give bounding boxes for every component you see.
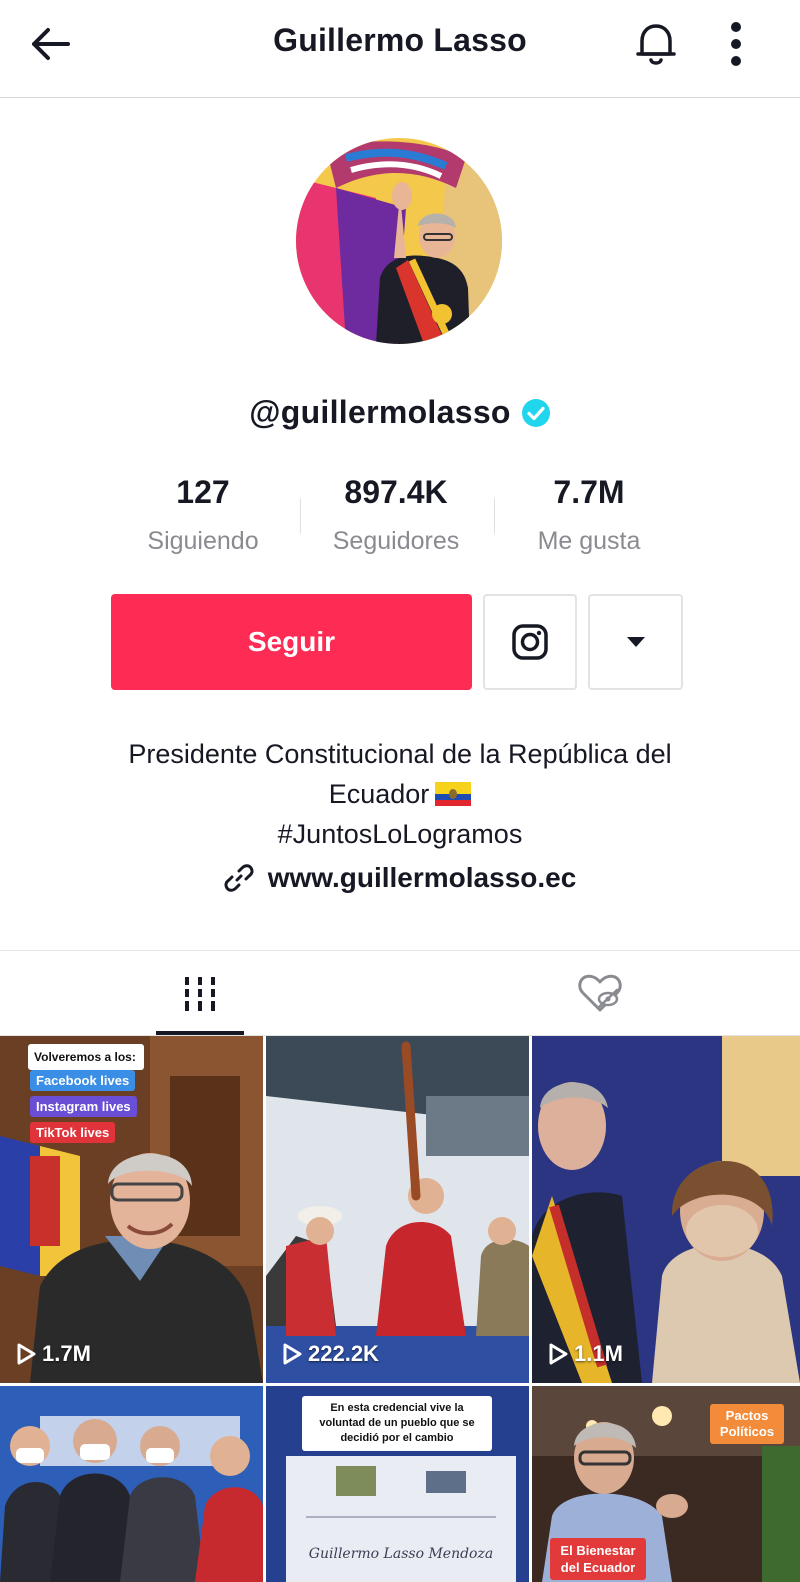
- play-icon: [17, 1343, 36, 1365]
- overlay-title: Volveremos a los:: [28, 1044, 144, 1070]
- bio-line: Ecuador: [328, 779, 430, 809]
- stat-value: 7.7M: [553, 474, 625, 510]
- overlay-tag: Facebook lives: [30, 1070, 136, 1091]
- link-icon: [224, 864, 254, 892]
- ecuador-flag-icon: [435, 782, 472, 806]
- play-icon: [283, 1343, 302, 1365]
- profile-photo: [296, 138, 502, 344]
- overlay-label-bottom: El Bienestar del Ecuador: [550, 1538, 646, 1580]
- instagram-button[interactable]: [483, 594, 577, 690]
- tab-liked-videos[interactable]: [400, 951, 800, 1036]
- video-grid: Volveremos a los: Facebook lives Instagr…: [0, 1036, 800, 1582]
- website-link[interactable]: www.guillermolasso.ec: [0, 862, 800, 894]
- stat-likes[interactable]: 7.7M Me gusta: [499, 474, 679, 556]
- stat-label: Me gusta: [537, 527, 641, 555]
- follow-button[interactable]: Seguir: [111, 594, 472, 690]
- bell-icon: [636, 24, 676, 65]
- thumbnail-image: [532, 1036, 800, 1383]
- more-vertical-icon: [731, 22, 741, 66]
- suggested-accounts-button[interactable]: [588, 594, 683, 690]
- hashtag[interactable]: #JuntosLoLogramos: [40, 814, 760, 854]
- stat-divider: [494, 498, 495, 534]
- video-thumbnail[interactable]: Pactos Políticos El Bienestar del Ecuado…: [532, 1386, 800, 1582]
- stat-value: 897.4K: [344, 474, 448, 510]
- video-thumbnail[interactable]: Volveremos a los: Facebook lives Instagr…: [0, 1036, 263, 1383]
- active-tab-indicator: [156, 1031, 244, 1035]
- top-bar: Guillermo Lasso: [0, 0, 800, 98]
- view-count: 1.7M: [16, 1341, 91, 1367]
- view-count-text: 222.2K: [308, 1341, 379, 1366]
- bio-line-with-flag: Ecuador: [40, 774, 760, 814]
- profile-tabs: [0, 950, 800, 1036]
- caret-down-icon: [626, 637, 645, 647]
- document-name: Guillermo Lasso Mendoza: [308, 1546, 494, 1562]
- notifications-button[interactable]: [628, 16, 684, 72]
- view-count-text: 1.1M: [574, 1341, 623, 1366]
- play-icon: [549, 1343, 568, 1365]
- overlay-label-top: Pactos Políticos: [710, 1404, 784, 1444]
- more-options-button[interactable]: [716, 16, 756, 72]
- video-grid-icon: [185, 976, 215, 1011]
- thumbnail-image: [266, 1036, 529, 1383]
- stat-label: Seguidores: [332, 527, 460, 555]
- avatar[interactable]: [296, 138, 502, 344]
- overlay-tag: Instagram lives: [30, 1096, 137, 1117]
- stat-label: Siguiendo: [147, 527, 259, 555]
- liked-hidden-icon: [578, 974, 622, 1011]
- username: @guillermolasso: [249, 394, 511, 430]
- stat-following[interactable]: 127 Siguiendo: [113, 474, 293, 556]
- video-thumbnail[interactable]: [0, 1386, 263, 1582]
- bio-line: Presidente Constitucional de la Repúblic…: [128, 739, 672, 769]
- overlay-note: En esta credencial vive la voluntad de u…: [302, 1396, 492, 1451]
- stat-followers[interactable]: 897.4K Seguidores: [306, 474, 486, 556]
- tab-videos[interactable]: [0, 951, 400, 1036]
- stat-divider: [300, 498, 301, 534]
- verified-badge-icon: [521, 398, 550, 427]
- username-row: @guillermolasso: [0, 394, 800, 431]
- bio: Presidente Constitucional de la Repúblic…: [40, 734, 760, 854]
- view-count: 222.2K: [282, 1341, 379, 1367]
- thumbnail-image: [0, 1386, 263, 1582]
- instagram-icon: [512, 624, 548, 660]
- view-count-text: 1.7M: [42, 1341, 91, 1366]
- video-thumbnail[interactable]: En esta credencial vive la voluntad de u…: [266, 1386, 529, 1582]
- overlay-tag: TikTok lives: [30, 1122, 116, 1143]
- stat-value: 127: [176, 474, 230, 510]
- view-count: 1.1M: [548, 1341, 623, 1367]
- video-thumbnail[interactable]: 1.1M: [532, 1036, 800, 1383]
- video-thumbnail[interactable]: 222.2K: [266, 1036, 529, 1383]
- website-url[interactable]: www.guillermolasso.ec: [268, 862, 577, 894]
